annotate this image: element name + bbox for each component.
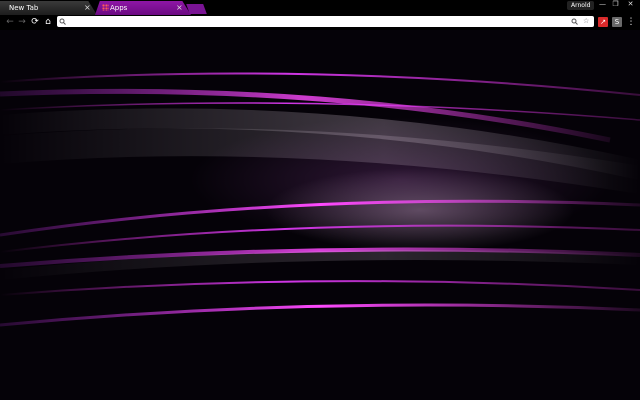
reload-button[interactable]: ⟳ (29, 16, 41, 28)
tab-label: New Tab (9, 4, 39, 12)
restore-button[interactable]: ❐ (609, 0, 622, 9)
gray-extension-icon[interactable]: S (612, 17, 622, 27)
red-extension-icon[interactable]: ↗ (598, 17, 608, 27)
tab-label: Apps (110, 4, 128, 12)
address-input[interactable] (66, 16, 566, 27)
close-icon[interactable]: × (176, 1, 183, 15)
forward-button[interactable]: → (16, 16, 28, 28)
search-icon (59, 18, 66, 25)
title-bar: New Tab × Apps × Arnold — ❐ ✕ (0, 0, 640, 15)
zoom-icon[interactable] (571, 18, 578, 25)
close-icon[interactable]: × (84, 1, 91, 15)
home-button[interactable]: ⌂ (42, 16, 54, 28)
apps-grid-icon (102, 4, 109, 11)
new-tab-button[interactable] (186, 4, 207, 14)
browser-toolbar: ← → ⟳ ⌂ ☆ ↗ S ⋮ (0, 15, 640, 30)
star-icon[interactable]: ☆ (583, 16, 589, 27)
menu-icon[interactable]: ⋮ (626, 16, 636, 28)
minimize-button[interactable]: — (596, 0, 609, 9)
back-button[interactable]: ← (4, 16, 16, 28)
theme-wallpaper (0, 72, 640, 327)
tab-new-tab[interactable]: New Tab × (0, 1, 97, 15)
omnibox[interactable]: ☆ (57, 16, 594, 27)
new-tab-page-background (0, 30, 640, 400)
tab-apps[interactable]: Apps × (95, 1, 191, 15)
profile-button[interactable]: Arnold (567, 1, 595, 10)
close-window-button[interactable]: ✕ (624, 0, 637, 9)
